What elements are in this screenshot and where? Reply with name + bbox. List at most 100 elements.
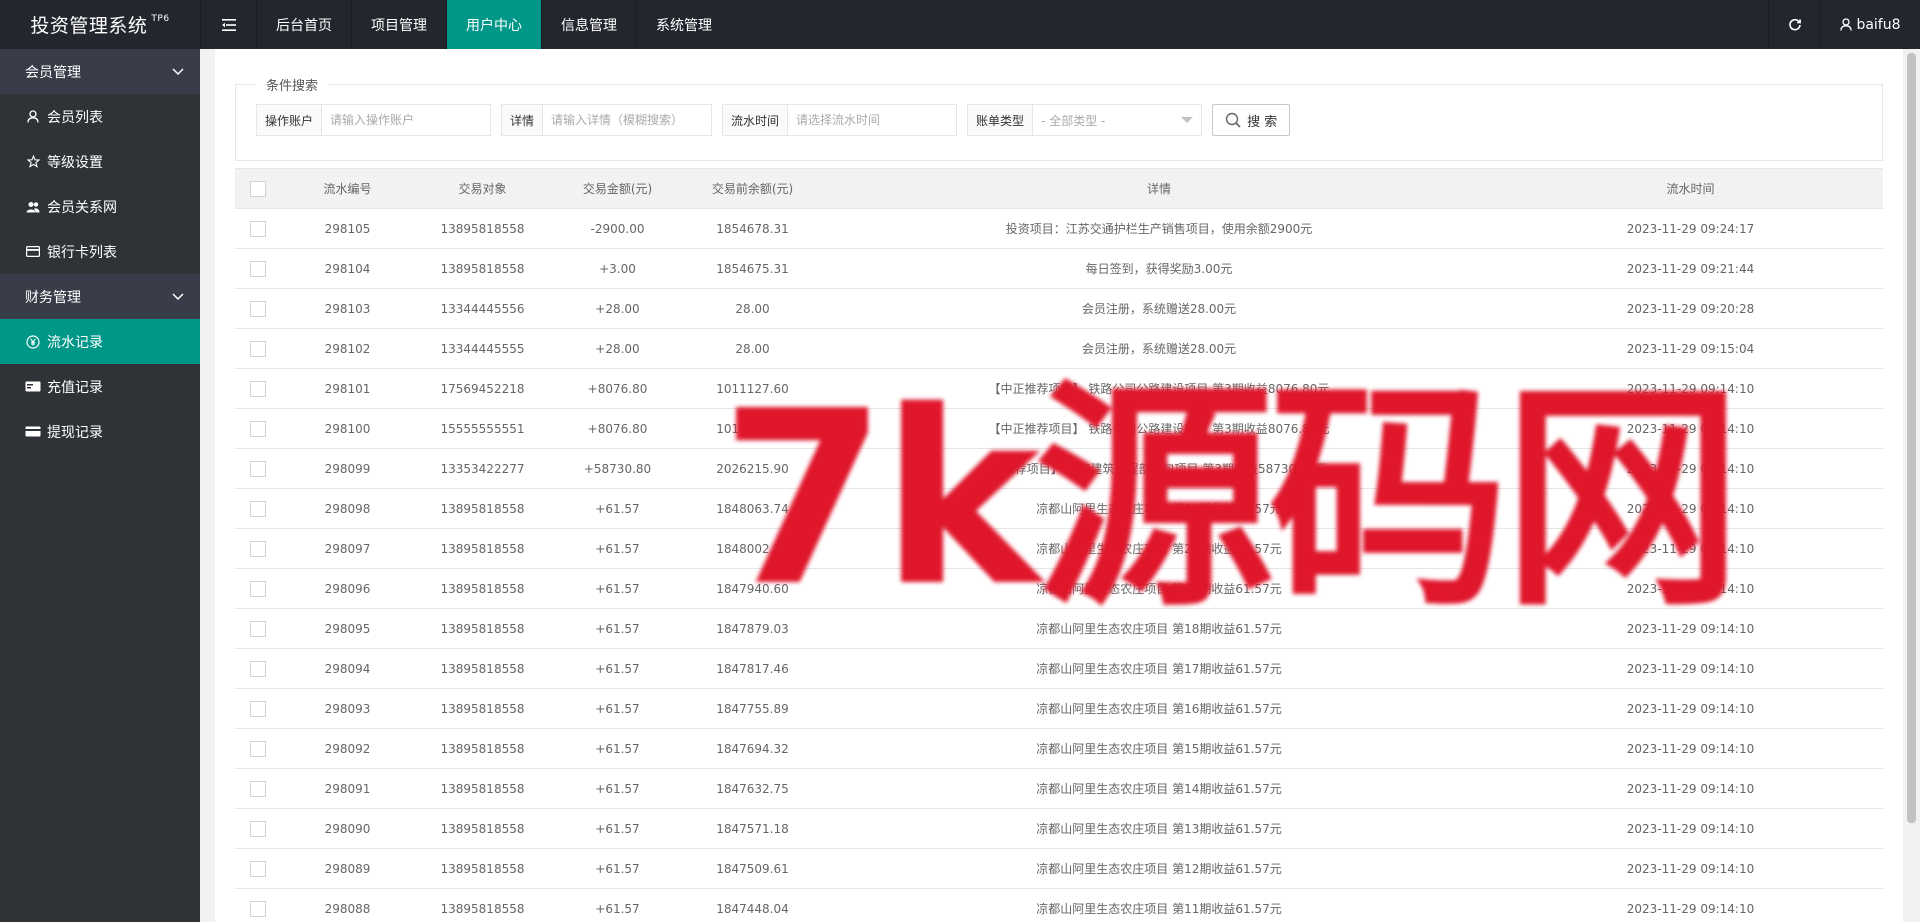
top-nav-item[interactable]: 信息管理 (541, 0, 636, 49)
column-header: 交易前余额(元) (685, 168, 820, 209)
cell-amount: +61.57 (550, 488, 685, 529)
cell-before: 1847632.75 (685, 768, 820, 809)
row-checkbox[interactable] (249, 420, 266, 437)
table-row[interactable]: 298094 13895818558 +61.57 1847817.46 凉都山阿里生态… (235, 648, 1883, 689)
time-input[interactable] (788, 105, 957, 135)
cell-before: 1011127.60 (685, 408, 820, 449)
row-checkbox[interactable] (249, 860, 266, 877)
row-checkbox[interactable] (249, 500, 266, 517)
row-checkbox[interactable] (249, 260, 266, 277)
select-all-cell (235, 168, 280, 209)
row-checkbox-cell (235, 648, 280, 689)
type-select[interactable]: - 全部类型 - (1033, 105, 1201, 135)
row-checkbox-cell (235, 568, 280, 609)
top-nav-item[interactable]: 系统管理 (636, 0, 731, 49)
sidebar-item-label: 流水记录 (47, 334, 103, 351)
user-menu[interactable]: baifu8 (1820, 0, 1920, 49)
row-checkbox[interactable] (249, 460, 266, 477)
sidebar-item-member-2[interactable]: 会员关系网 (0, 184, 200, 229)
content-card: 条件搜索 操作账户 详情 流水时间 账单类型 - 全部类型 - (215, 49, 1903, 922)
yen-icon (25, 334, 41, 349)
table-row[interactable]: 298095 13895818558 +61.57 1847879.03 凉都山阿里生态… (235, 608, 1883, 649)
column-header: 流水时间 (1498, 168, 1883, 209)
top-bar: 投资管理系统 TP6 后台首页 项目管理 用户中心 信息管理 系统管理 baifu8 (0, 0, 1920, 49)
table-row[interactable]: 298103 13344445556 +28.00 28.00 会员注册，系统赠送28.… (235, 288, 1883, 329)
sidebar-group-finance[interactable]: 财务管理 (0, 274, 200, 319)
table-row[interactable]: 298097 13895818558 +61.57 1848002.17 凉都山阿里生态… (235, 528, 1883, 569)
table-row[interactable]: 298091 13895818558 +61.57 1847632.75 凉都山阿里生态… (235, 768, 1883, 809)
row-checkbox[interactable] (249, 740, 266, 757)
sidebar-item-member-3[interactable]: 银行卡列表 (0, 229, 200, 274)
row-checkbox[interactable] (249, 620, 266, 637)
top-nav-item[interactable]: 项目管理 (351, 0, 446, 49)
type-field: 账单类型 - 全部类型 - (967, 104, 1203, 136)
sidebar: 会员管理 会员列表 等级设置 会员关系网 银行卡列表 财务管理 流水记录充值记录 提现记… (0, 49, 200, 922)
scrollbar-thumb[interactable] (1907, 53, 1916, 823)
table-row[interactable]: 298099 13353422277 +58730.80 2026215.90 【推荐项… (235, 448, 1883, 489)
cell-before: 28.00 (685, 328, 820, 369)
cell-amount: +61.57 (550, 608, 685, 649)
main-content: 条件搜索 操作账户 详情 流水时间 账单类型 - 全部类型 - (200, 49, 1920, 922)
row-checkbox[interactable] (249, 300, 266, 317)
table-row[interactable]: 298088 13895818558 +61.57 1847448.04 凉都山阿里生态… (235, 888, 1883, 922)
select-all-checkbox[interactable] (249, 180, 266, 197)
table-row[interactable]: 298104 13895818558 +3.00 1854675.31 每日签到，获得奖… (235, 248, 1883, 289)
row-checkbox[interactable] (249, 540, 266, 557)
sidebar-item-finance-1[interactable]: 充值记录 (0, 364, 200, 409)
app-logo[interactable]: 投资管理系统 TP6 (0, 0, 200, 49)
table-row[interactable]: 298098 13895818558 +61.57 1848063.74 凉都山阿里生态… (235, 488, 1883, 529)
detail-field: 详情 (501, 104, 713, 136)
cell-target: 13895818558 (415, 608, 550, 649)
username: baifu8 (1856, 16, 1901, 33)
row-checkbox[interactable] (249, 660, 266, 677)
cell-before: 1011127.60 (685, 368, 820, 409)
row-checkbox[interactable] (249, 220, 266, 237)
table-row[interactable]: 298101 17569452218 +8076.80 1011127.60 【中正推荐… (235, 368, 1883, 409)
row-checkbox[interactable] (249, 340, 266, 357)
caret-down-icon (1181, 117, 1194, 123)
cell-detail: 会员注册，系统赠送28.00元 (820, 288, 1498, 329)
top-nav-item[interactable]: 用户中心 (446, 0, 541, 49)
account-label: 操作账户 (257, 105, 323, 135)
refresh-button[interactable] (1768, 0, 1820, 49)
search-button-label: 搜 索 (1247, 114, 1278, 130)
sidebar-item-finance-2[interactable]: 提现记录 (0, 409, 200, 454)
sidebar-item-member-0[interactable]: 会员列表 (0, 94, 200, 139)
type-label: 账单类型 (968, 105, 1034, 135)
table-row[interactable]: 298100 15555555551 +8076.80 1011127.60 【中正推荐… (235, 408, 1883, 449)
cell-target: 13895818558 (415, 768, 550, 809)
sidebar-item-member-1[interactable]: 等级设置 (0, 139, 200, 184)
row-checkbox[interactable] (249, 380, 266, 397)
cell-time: 2023-11-29 09:14:10 (1498, 648, 1883, 689)
row-checkbox[interactable] (249, 820, 266, 837)
cell-before: 1847940.60 (685, 568, 820, 609)
row-checkbox-cell (235, 248, 280, 289)
row-checkbox[interactable] (249, 780, 266, 797)
table-row[interactable]: 298096 13895818558 +61.57 1847940.60 凉都山阿里生态… (235, 568, 1883, 609)
cell-detail: 凉都山阿里生态农庄项目 第17期收益61.57元 (820, 648, 1498, 689)
row-checkbox[interactable] (249, 900, 266, 917)
search-button[interactable]: 搜 索 (1212, 104, 1291, 136)
table-row[interactable]: 298093 13895818558 +61.57 1847755.89 凉都山阿里生态… (235, 688, 1883, 729)
cell-time: 2023-11-29 09:14:10 (1498, 768, 1883, 809)
table-row[interactable]: 298092 13895818558 +61.57 1847694.32 凉都山阿里生态… (235, 728, 1883, 769)
row-checkbox[interactable] (249, 580, 266, 597)
cell-amount: +61.57 (550, 528, 685, 569)
table-row[interactable]: 298105 13895818558 -2900.00 1854678.31 投资项目：… (235, 208, 1883, 249)
cell-id: 298104 (280, 248, 415, 289)
sidebar-item-finance-0[interactable]: 流水记录 (0, 319, 200, 364)
recharge-icon (25, 381, 41, 392)
table-row[interactable]: 298090 13895818558 +61.57 1847571.18 凉都山阿里生态… (235, 808, 1883, 849)
table-row[interactable]: 298102 13344445555 +28.00 28.00 会员注册，系统赠送28.… (235, 328, 1883, 369)
top-nav-item[interactable]: 后台首页 (256, 0, 351, 49)
page-scrollbar[interactable] (1903, 49, 1920, 922)
row-checkbox[interactable] (249, 700, 266, 717)
cell-time: 2023-11-29 09:24:17 (1498, 208, 1883, 249)
detail-input[interactable] (543, 105, 712, 135)
sidebar-toggle-button[interactable] (200, 0, 256, 49)
cell-target: 13895818558 (415, 528, 550, 569)
account-input[interactable] (322, 105, 491, 135)
cell-amount: +3.00 (550, 248, 685, 289)
table-row[interactable]: 298089 13895818558 +61.57 1847509.61 凉都山阿里生态… (235, 848, 1883, 889)
sidebar-group-member[interactable]: 会员管理 (0, 49, 200, 94)
